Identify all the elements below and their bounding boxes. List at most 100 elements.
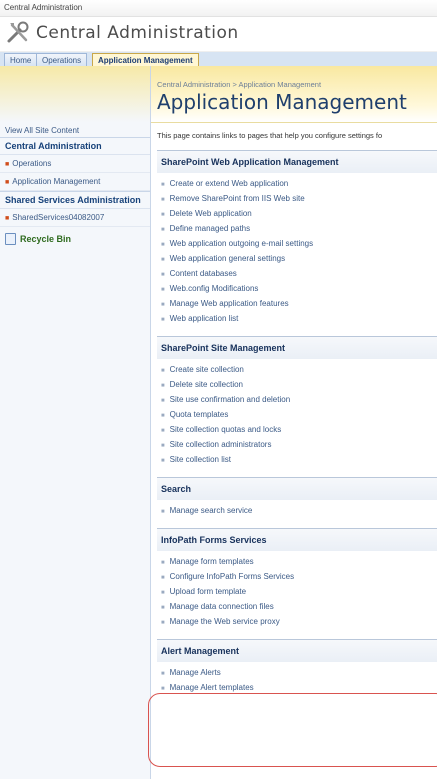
link-define-managed-paths[interactable]: ■ Define managed paths [157,221,437,236]
tab-operations[interactable]: Operations [36,53,88,66]
tab-home[interactable]: Home [4,53,38,66]
link-label: Delete Web application [169,209,252,218]
link-label: Web application outgoing e-mail settings [169,239,314,248]
link-label: Manage Web application features [169,299,289,308]
bullet-icon: ■ [161,428,165,434]
top-nav-tabs: Home Operations Application Management [0,52,437,67]
link-delete-web-application[interactable]: ■ Delete Web application [157,206,437,221]
link-manage-the-web-service-proxy[interactable]: ■ Manage the Web service proxy [157,614,437,629]
link-label: Site collection quotas and locks [169,425,282,434]
bullet-icon: ■ [161,227,165,233]
left-navigation: View All Site Content Central Administra… [0,66,151,779]
recycle-bin-label: Recycle Bin [20,234,72,244]
site-header: Central Administration [0,17,437,52]
bullet-icon: ■ [161,443,165,449]
group-heading: Search [157,477,437,500]
link-label: Define managed paths [169,224,251,233]
bullet-icon: ■ [161,368,165,374]
link-web-application-general-settings[interactable]: ■ Web application general settings [157,251,437,266]
link-site-use-confirmation-and-deletion[interactable]: ■ Site use confirmation and deletion [157,392,437,407]
link-remove-sharepoint-from-iis-web-site[interactable]: ■ Remove SharePoint from IIS Web site [157,191,437,206]
link-manage-search-service[interactable]: ■ Manage search service [157,503,437,518]
bullet-icon: ■ [161,287,165,293]
shared-services-heading[interactable]: Shared Services Administration [0,192,150,209]
group-heading: SharePoint Web Application Management [157,150,437,173]
bullet-icon: ■ [5,215,10,222]
tools-icon [7,21,29,43]
link-create-site-collection[interactable]: ■ Create site collection [157,362,437,377]
bullet-icon: ■ [161,257,165,263]
bullet-icon: ■ [161,686,165,692]
link-upload-form-template[interactable]: ■ Upload form template [157,584,437,599]
nav-item-sharedservices[interactable]: ■ SharedServices04082007 [0,209,150,227]
link-quota-templates[interactable]: ■ Quota templates [157,407,437,422]
nav-item-label: SharedServices04082007 [12,213,105,222]
link-label: Web application general settings [169,254,286,263]
bullet-icon: ■ [161,383,165,389]
bullet-icon: ■ [161,671,165,677]
nav-item-label: Operations [12,159,52,168]
link-label: Manage search service [169,506,253,515]
central-admin-heading[interactable]: Central Administration [0,138,150,155]
page-title: Application Management [157,90,407,114]
bullet-icon: ■ [161,413,165,419]
group-alert-management: Alert Management ■ Manage Alerts ■ Manage Al… [157,639,437,695]
bullet-icon: ■ [161,620,165,626]
bullet-icon: ■ [161,560,165,566]
site-title: Central Administration [36,23,239,43]
link-label: Manage the Web service proxy [169,617,280,626]
bullet-icon: ■ [161,302,165,308]
link-label: Site collection administrators [169,440,272,449]
recycle-bin-link[interactable]: Recycle Bin [0,227,150,251]
view-all-site-content-link[interactable]: View All Site Content [0,122,150,137]
link-label: Quota templates [169,410,229,419]
bullet-icon: ■ [161,212,165,218]
topbar-site-link[interactable]: Central Administration [0,0,437,17]
shared-services-section: Shared Services Administration ■ SharedSe… [0,191,150,227]
link-label: Remove SharePoint from IIS Web site [169,194,305,203]
nav-item-operations[interactable]: ■ Operations [0,155,150,173]
bullet-icon: ■ [161,605,165,611]
breadcrumb[interactable]: Central Administration > Application Man… [157,80,321,89]
link-groups: SharePoint Web Application Management ■ Cr… [157,150,437,705]
bullet-icon: ■ [161,458,165,464]
link-site-collection-quotas-and-locks[interactable]: ■ Site collection quotas and locks [157,422,437,437]
link-site-collection-administrators[interactable]: ■ Site collection administrators [157,437,437,452]
group-heading: Alert Management [157,639,437,662]
bullet-icon: ■ [161,590,165,596]
link-label: Content databases [169,269,237,278]
link-label: Create site collection [169,365,244,374]
group-search: Search ■ Manage search service [157,477,437,518]
link-delete-site-collection[interactable]: ■ Delete site collection [157,377,437,392]
link-web-config-modifications[interactable]: ■ Web.config Modifications [157,281,437,296]
link-manage-web-application-features[interactable]: ■ Manage Web application features [157,296,437,311]
tab-application-management[interactable]: Application Management [92,53,199,67]
group-heading: InfoPath Forms Services [157,528,437,551]
link-manage-form-templates[interactable]: ■ Manage form templates [157,554,437,569]
link-site-collection-list[interactable]: ■ Site collection list [157,452,437,467]
leftnav-band [0,66,150,122]
link-label: Manage form templates [169,557,254,566]
bullet-icon: ■ [5,179,10,186]
bullet-icon: ■ [161,509,165,515]
link-configure-infopath-forms-services[interactable]: ■ Configure InfoPath Forms Services [157,569,437,584]
nav-item-label: Application Management [12,177,101,186]
link-label: Configure InfoPath Forms Services [169,572,295,581]
link-label: Site use confirmation and deletion [169,395,291,404]
link-manage-data-connection-files[interactable]: ■ Manage data connection files [157,599,437,614]
link-web-application-list[interactable]: ■ Web application list [157,311,437,326]
link-manage-alert-templates[interactable]: ■ Manage Alert templates [157,680,437,695]
page-title-area: Central Administration > Application Man… [151,66,437,123]
bullet-icon: ■ [161,398,165,404]
bullet-icon: ■ [161,242,165,248]
bullet-icon: ■ [161,272,165,278]
link-label: Delete site collection [169,380,243,389]
link-content-databases[interactable]: ■ Content databases [157,266,437,281]
link-web-application-outgoing-e-mail-settings[interactable]: ■ Web application outgoing e-mail setting… [157,236,437,251]
link-manage-alerts[interactable]: ■ Manage Alerts [157,665,437,680]
group-sharepoint-web-application-management: SharePoint Web Application Management ■ Cr… [157,150,437,326]
link-label: Manage Alert templates [169,683,254,692]
link-create-or-extend-web-application[interactable]: ■ Create or extend Web application [157,176,437,191]
nav-item-application-management[interactable]: ■ Application Management [0,173,150,191]
recycle-bin-icon [5,233,16,245]
